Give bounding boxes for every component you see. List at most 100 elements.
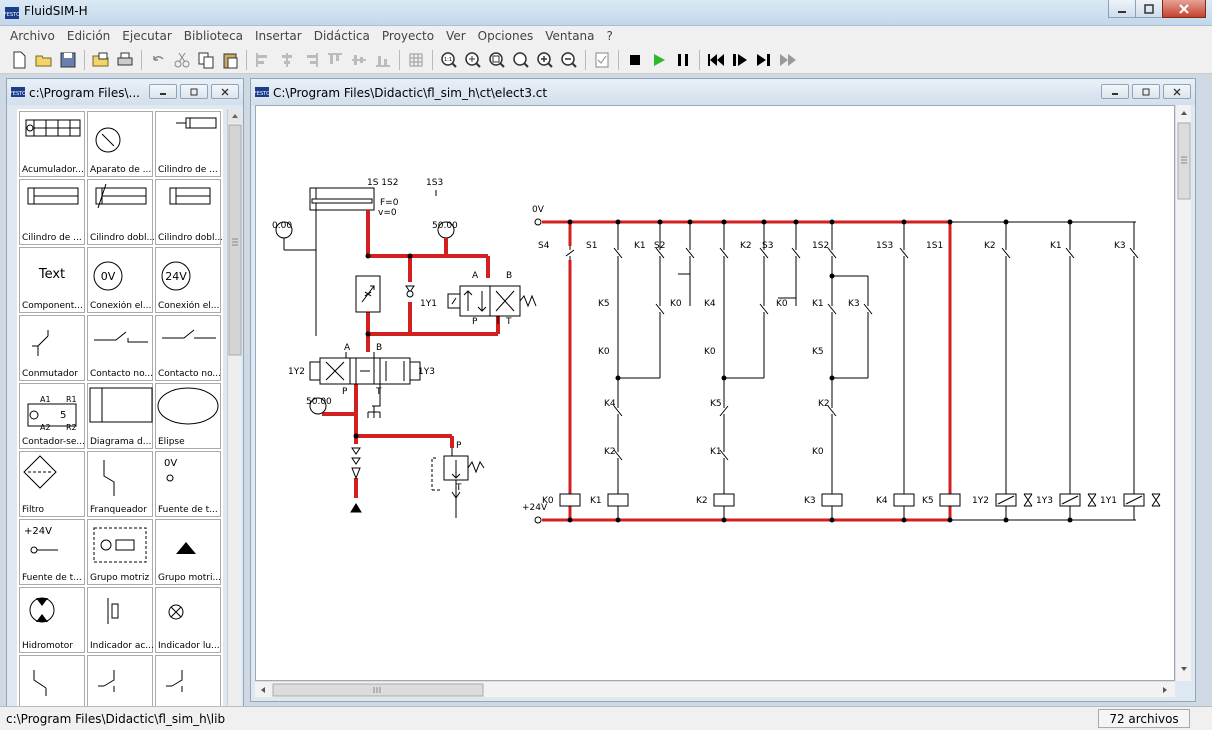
cut-button[interactable]: [170, 49, 193, 71]
library-item[interactable]: 0V Fuente de t...: [155, 451, 221, 517]
print-button[interactable]: [113, 49, 136, 71]
menu-item-3[interactable]: Biblioteca: [178, 29, 249, 43]
component-symbol-icon: [107, 598, 119, 624]
menu-item-1[interactable]: Edición: [61, 29, 116, 43]
save-button[interactable]: [56, 49, 79, 71]
new-file-button[interactable]: [8, 49, 31, 71]
library-item[interactable]: Aparato de ...: [87, 111, 153, 177]
zoom-100-icon: 1:1: [440, 51, 457, 68]
library-item[interactable]: Contacto no...: [155, 315, 221, 381]
hydraulic-cylinder[interactable]: [309, 187, 375, 336]
library-item[interactable]: [87, 655, 153, 707]
menu-item-0[interactable]: Archivo: [4, 29, 61, 43]
copy-button[interactable]: [194, 49, 217, 71]
open-library-button[interactable]: [89, 49, 112, 71]
align-top-button[interactable]: [323, 49, 346, 71]
menu-item-10[interactable]: ?: [601, 29, 619, 43]
step-to-next-button[interactable]: [752, 49, 775, 71]
component-label: K3: [804, 496, 816, 506]
align-top-icon: [327, 53, 342, 64]
zoom-fit-button[interactable]: [461, 49, 484, 71]
zoom-window-button[interactable]: [485, 49, 508, 71]
zoom-previous-button[interactable]: [509, 49, 532, 71]
align-right-button[interactable]: [299, 49, 322, 71]
circuit-title-bar[interactable]: FESTO C:\Program Files\Didactic\fl_sim_h…: [251, 79, 1195, 105]
align-middle-button[interactable]: [347, 49, 370, 71]
directional-valve-1y1[interactable]: [447, 285, 537, 324]
reset-button[interactable]: [704, 49, 727, 71]
play-button[interactable]: [647, 49, 670, 71]
circuit-canvas[interactable]: 1S 1S2 1S3 F=0 v=0 0.00 50.00 1Y1 A B P …: [255, 105, 1175, 681]
circuit-close-button[interactable]: [1163, 84, 1191, 99]
paste-button[interactable]: [218, 49, 241, 71]
library-item[interactable]: [19, 655, 85, 707]
undo-button[interactable]: [146, 49, 169, 71]
library-item[interactable]: +24V Fuente de t...: [19, 519, 85, 585]
align-bottom-button[interactable]: [371, 49, 394, 71]
library-item[interactable]: Indicador ac...: [87, 587, 154, 653]
menu-item-2[interactable]: Ejecutar: [116, 29, 178, 43]
align-left-button[interactable]: [251, 49, 274, 71]
library-close-button[interactable]: [211, 84, 239, 99]
library-item[interactable]: Grupo motri...: [155, 519, 221, 585]
main-directional-valve[interactable]: [309, 352, 421, 418]
library-item[interactable]: Cilindro de ...: [19, 179, 85, 245]
throttle-check-valve[interactable]: [355, 275, 381, 313]
library-item[interactable]: Diagrama d...: [87, 383, 153, 449]
library-item[interactable]: Grupo motriz: [87, 519, 153, 585]
library-minimize-button[interactable]: [149, 84, 177, 99]
scroll-down-icon: [1181, 667, 1187, 671]
check-valve[interactable]: [405, 285, 415, 298]
library-item[interactable]: Indicador lu...: [155, 587, 221, 653]
library-item-label: Contacto no...: [90, 369, 154, 379]
close-button[interactable]: [1162, 0, 1206, 18]
check-drawing-button[interactable]: [590, 49, 613, 71]
play-to-end-button[interactable]: [776, 49, 799, 71]
switch-contacts[interactable]: [564, 246, 1140, 462]
menu-item-9[interactable]: Ventana: [539, 29, 600, 43]
junction-dots: [567, 219, 1073, 523]
library-item[interactable]: 0V Conexión el...: [87, 247, 153, 313]
library-item[interactable]: Contacto no...: [87, 315, 153, 381]
library-item[interactable]: Cilindro dobl...: [87, 179, 154, 245]
grid-button[interactable]: [404, 49, 427, 71]
library-item-label: Cilindro de ...: [22, 233, 82, 243]
circuit-minimize-button[interactable]: [1101, 84, 1129, 99]
library-item[interactable]: Text Component...: [19, 247, 85, 313]
menu-item-7[interactable]: Ver: [440, 29, 472, 43]
maximize-button[interactable]: [1135, 0, 1163, 18]
library-restore-button[interactable]: [180, 84, 208, 99]
library-item[interactable]: Conmutador: [19, 315, 85, 381]
zoom-in-button[interactable]: [533, 49, 556, 71]
library-item[interactable]: Elipse: [155, 383, 221, 449]
library-title-bar[interactable]: FESTO c:\Program Files\...: [7, 79, 243, 105]
circuit-restore-button[interactable]: [1132, 84, 1160, 99]
library-item[interactable]: Cilindro de ...: [155, 111, 221, 177]
library-item[interactable]: Franqueador: [87, 451, 153, 517]
menu-item-6[interactable]: Proyecto: [376, 29, 440, 43]
library-item[interactable]: A1 R1 5 A2 R2 Contador-se...: [19, 383, 85, 449]
pause-button[interactable]: [671, 49, 694, 71]
minimize-button[interactable]: [1108, 0, 1136, 18]
paste-icon: [223, 53, 237, 68]
circuit-horizontal-scrollbar[interactable]: [255, 681, 1175, 697]
library-item[interactable]: [155, 655, 221, 707]
align-center-button[interactable]: [275, 49, 298, 71]
library-item[interactable]: Acumulador...: [19, 111, 85, 177]
circuit-vertical-scrollbar[interactable]: [1175, 105, 1191, 681]
library-item[interactable]: Filtro: [19, 451, 85, 517]
component-symbol-icon: [168, 604, 184, 620]
library-item[interactable]: Cilindro dobl...: [155, 179, 222, 245]
library-item[interactable]: Hidromotor: [19, 587, 85, 653]
relay-coils[interactable]: [559, 493, 1161, 507]
zoom-out-button[interactable]: [557, 49, 580, 71]
menu-item-8[interactable]: Opciones: [472, 29, 540, 43]
menu-item-4[interactable]: Insertar: [249, 29, 308, 43]
open-folder-button[interactable]: [32, 49, 55, 71]
menu-item-5[interactable]: Didáctica: [308, 29, 376, 43]
stop-button[interactable]: [623, 49, 646, 71]
library-vertical-scrollbar[interactable]: [227, 109, 242, 707]
step-mode-button[interactable]: [728, 49, 751, 71]
library-item[interactable]: 24V Conexión el...: [155, 247, 221, 313]
zoom-100-button[interactable]: 1:1: [437, 49, 460, 71]
